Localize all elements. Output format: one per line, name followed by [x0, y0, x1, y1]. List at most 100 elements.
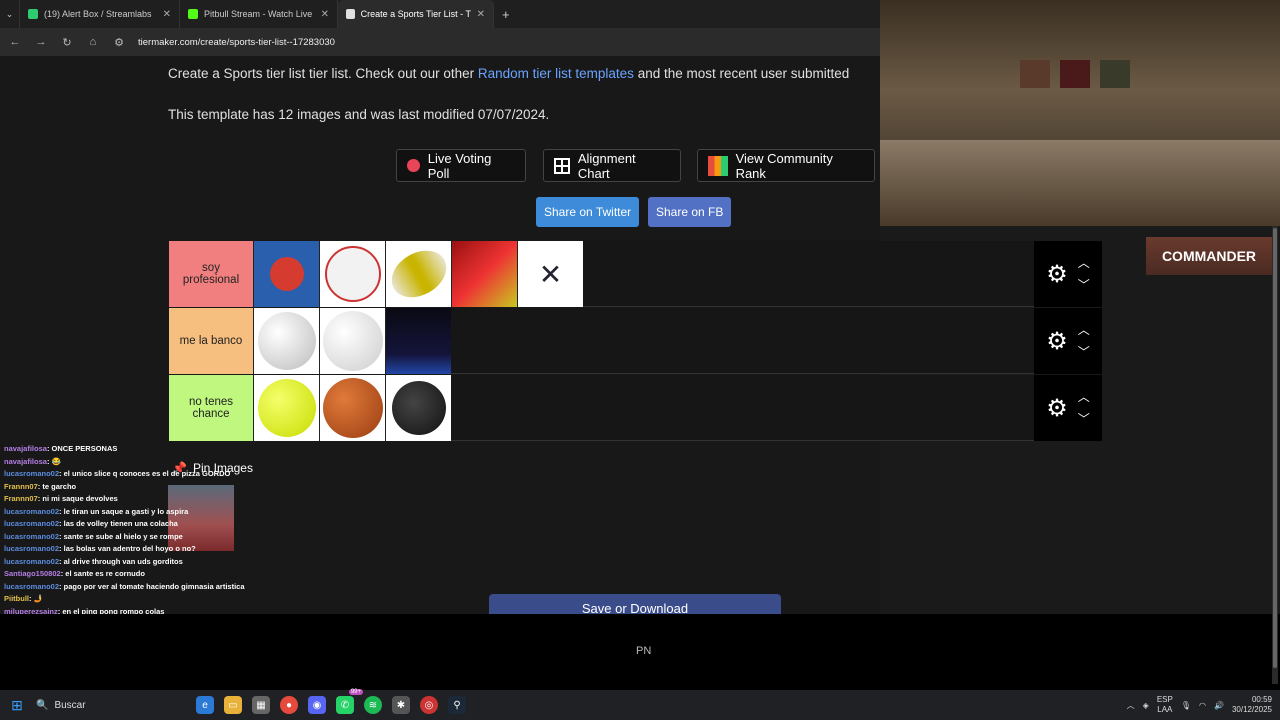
- hockey-puck-image[interactable]: [385, 375, 451, 441]
- new-tab-button[interactable]: +: [494, 0, 518, 28]
- plus-icon: +: [502, 6, 510, 22]
- grid-icon: [554, 157, 570, 174]
- intro-prefix: Create a Sports tier list tier list. Che…: [168, 66, 478, 81]
- tennis-ball-image[interactable]: [253, 375, 319, 441]
- home-icon[interactable]: ⌂: [86, 36, 100, 48]
- chat-username[interactable]: lucasromano02: [4, 469, 59, 478]
- live-voting-button[interactable]: Live Voting Poll: [396, 149, 526, 182]
- racing-image[interactable]: [451, 241, 517, 307]
- search-label: Buscar: [54, 699, 86, 711]
- clock[interactable]: 00:59 30/12/2025: [1232, 695, 1272, 715]
- back-icon[interactable]: ←: [8, 36, 22, 48]
- chevron-up-icon[interactable]: ︿: [1078, 257, 1090, 269]
- rugby-ball-image[interactable]: [382, 241, 455, 307]
- chat-username[interactable]: lucasromano02: [4, 507, 59, 516]
- chat-message: lucasromano02: le tiran un saque a gasti…: [4, 506, 304, 519]
- pn-text: PN: [636, 645, 652, 657]
- share-fb-button[interactable]: Share on FB: [648, 197, 732, 227]
- chat-message: Santiago150802: el sante es re cornudo: [4, 568, 304, 581]
- windows-start-icon[interactable]: ⊞: [8, 696, 26, 714]
- close-icon[interactable]: ✕: [321, 9, 329, 20]
- chat-username[interactable]: navajafilosa: [4, 444, 47, 453]
- chevron-up-icon[interactable]: ︿: [1078, 391, 1090, 403]
- tier-label[interactable]: me la banco: [169, 308, 253, 374]
- tier-label[interactable]: soy profesional: [169, 241, 253, 307]
- chevron-up-icon[interactable]: ︿: [1078, 324, 1090, 336]
- discord-icon[interactable]: ◉: [308, 696, 326, 714]
- chrome-icon[interactable]: ●: [280, 696, 298, 714]
- chat-username[interactable]: lucasromano02: [4, 532, 59, 541]
- chevron-up-icon[interactable]: ︿: [1127, 700, 1135, 711]
- chevron-down-icon[interactable]: ﹀: [1078, 413, 1090, 425]
- forward-icon[interactable]: →: [34, 36, 48, 48]
- site-info-icon[interactable]: ⚙: [112, 36, 126, 49]
- folder-icon[interactable]: ▭: [224, 696, 242, 714]
- tab-list-button[interactable]: ⌄: [0, 0, 20, 28]
- alignment-chart-button[interactable]: Alignment Chart: [543, 149, 681, 182]
- chat-text: 😂: [51, 456, 61, 466]
- gear-icon[interactable]: ⚙: [1046, 260, 1068, 289]
- random-templates-link[interactable]: Random tier list templates: [478, 66, 634, 81]
- streamlabs-icon: [28, 9, 38, 19]
- whatsapp-icon[interactable]: ✆ 99+: [336, 689, 363, 714]
- wifi-icon[interactable]: ◠: [1199, 701, 1206, 710]
- chat-username[interactable]: navajafilosa: [4, 457, 47, 466]
- chat-message: navajafilosa: ONCE PERSONAS: [4, 443, 304, 456]
- gear-icon[interactable]: ⚙: [1046, 327, 1068, 356]
- app-icon[interactable]: ◎: [420, 696, 438, 714]
- volleyball-image[interactable]: [253, 308, 319, 374]
- chat-text: le tiran un saque a gasti y lo aspira: [63, 506, 189, 516]
- community-rank-button[interactable]: View Community Rank: [697, 149, 875, 182]
- share-twitter-button[interactable]: Share on Twitter: [536, 197, 640, 227]
- chat-message: Frannn07: ni mi saque devolves: [4, 493, 304, 506]
- chat-username[interactable]: Piitbull: [4, 594, 29, 603]
- scrollbar-thumb[interactable]: [1273, 228, 1277, 668]
- chat-username[interactable]: Santiago150802: [4, 569, 61, 578]
- volume-icon[interactable]: 🔊: [1214, 701, 1224, 710]
- taskbar-search[interactable]: 🔍 Buscar: [36, 700, 186, 711]
- ball-shape: [322, 378, 383, 438]
- gear-icon[interactable]: ⚙: [1046, 394, 1068, 423]
- edge-icon[interactable]: e: [196, 696, 214, 714]
- close-icon[interactable]: ✕: [163, 9, 171, 20]
- chat-username[interactable]: lucasromano02: [4, 557, 59, 566]
- wall-frame: [1020, 60, 1050, 88]
- baseball-image[interactable]: [319, 241, 385, 307]
- kick-icon: [188, 9, 198, 19]
- commander-overlay: COMMANDER: [1146, 237, 1272, 275]
- lacrosse-image[interactable]: ✕: [517, 241, 583, 307]
- chat-username[interactable]: lucasromano02: [4, 582, 59, 591]
- store-icon[interactable]: ▦: [252, 696, 270, 714]
- chevron-down-icon[interactable]: ﹀: [1078, 279, 1090, 291]
- chat-text: sante se sube al hielo y se rompe: [63, 531, 183, 541]
- tab-streamlabs[interactable]: (19) Alert Box / Streamlabs ✕: [20, 0, 180, 28]
- tier-controls: ⚙ ︿ ﹀: [1034, 308, 1102, 374]
- close-icon[interactable]: ✕: [477, 9, 485, 20]
- gymnastics-image[interactable]: [385, 308, 451, 374]
- spotify-icon[interactable]: ≋: [364, 696, 382, 714]
- chat-message: lucasromano02: el unico slice q conoces …: [4, 468, 304, 481]
- tab-tiermaker[interactable]: Create a Sports Tier List - TierM ✕: [338, 0, 494, 28]
- network-icon[interactable]: ◈: [1143, 701, 1149, 710]
- steam-icon[interactable]: ⚲: [448, 696, 466, 714]
- chat-text: ONCE PERSONAS: [51, 444, 118, 453]
- ping-pong-paddle-image[interactable]: [253, 241, 319, 307]
- chevron-down-icon[interactable]: ﹀: [1078, 346, 1090, 358]
- webcam-feed: [880, 0, 1280, 226]
- record-icon: [407, 159, 420, 172]
- chat-username[interactable]: Frannn07: [4, 482, 38, 491]
- chat-username[interactable]: lucasromano02: [4, 519, 59, 528]
- golf-ball-image[interactable]: [319, 308, 385, 374]
- language-indicator[interactable]: ESP LAA: [1157, 695, 1173, 715]
- basketball-image[interactable]: [319, 375, 385, 441]
- url-field[interactable]: tiermaker.com/create/sports-tier-list--1…: [138, 37, 335, 48]
- chat-username[interactable]: lucasromano02: [4, 544, 59, 553]
- chat-username[interactable]: Frannn07: [4, 494, 38, 503]
- reload-icon[interactable]: ↻: [60, 36, 74, 49]
- chat-message: navajafilosa: 😂: [4, 456, 304, 469]
- microphone-icon[interactable]: 🎙: [1181, 701, 1191, 710]
- tier-label[interactable]: no tenes chance: [169, 375, 253, 441]
- notification-badge: 99+: [348, 689, 363, 695]
- tab-pitbull-stream[interactable]: Pitbull Stream - Watch Live ✕: [180, 0, 338, 28]
- obs-icon[interactable]: ✱: [392, 696, 410, 714]
